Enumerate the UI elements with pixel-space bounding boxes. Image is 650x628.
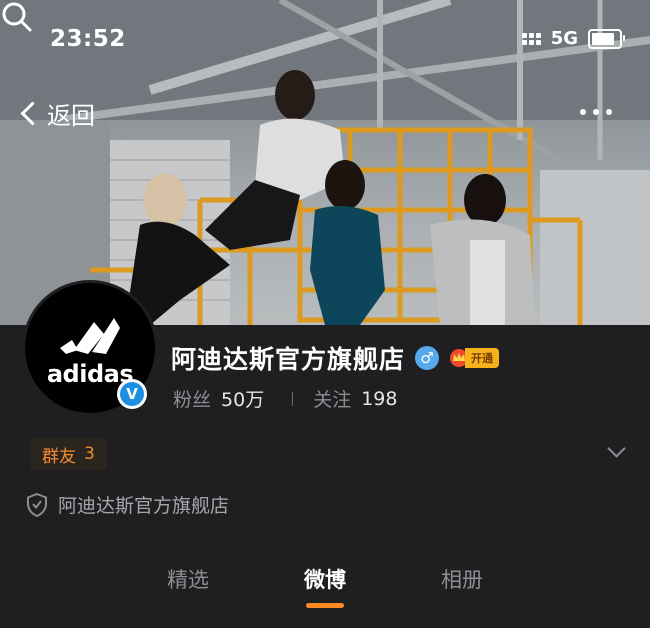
battery-icon [588,28,625,49]
vip-badge[interactable]: 开通 [449,348,500,368]
chevron-down-icon[interactable] [607,439,626,458]
profile-tabs: 精选 微博 相册 [0,560,650,628]
stats-divider [292,391,294,406]
tab-album[interactable]: 相册 [422,564,502,594]
more-dots-icon [580,109,586,115]
verification-row: 阿迪达斯官方旗舰店 [26,491,229,518]
verification-text: 阿迪达斯官方旗舰店 [58,495,230,517]
search-icon[interactable] [0,0,34,34]
tab-weibo[interactable]: 微博 [285,564,365,594]
shield-check-icon [27,492,47,517]
cover-banner[interactable]: 23:52 5G 返回 [0,0,650,325]
status-indicators: 5G [521,28,625,49]
status-time: 23:52 [50,26,126,52]
profile-name: 阿迪达斯官方旗舰店 [171,345,406,374]
more-button[interactable] [580,109,612,115]
adidas-logo-icon [60,318,120,354]
fan-group-label: 群友 [42,446,76,467]
active-tab-indicator [306,603,344,608]
following-count[interactable]: 198 [361,388,397,410]
verified-badge: V [117,379,147,409]
profile-stats: 粉丝 50万 关注 198 [173,385,397,412]
fan-group-count: 3 [84,444,95,464]
battery-level [592,32,614,45]
tab-featured[interactable]: 精选 [148,564,228,594]
signal-icon [521,32,541,45]
network-type: 5G [550,28,578,49]
male-gender-icon: ♂ [415,346,440,370]
fans-count[interactable]: 50万 [221,385,264,412]
profile-name-row: 阿迪达斯官方旗舰店 ♂ 开通 [171,340,500,376]
fans-label[interactable]: 粉丝 [173,385,211,412]
back-label: 返回 [47,102,95,130]
fan-group-chip[interactable]: 群友 3 [30,438,107,470]
verified-icon: V [120,382,144,406]
chevron-left-icon [20,101,45,126]
following-label[interactable]: 关注 [313,385,351,412]
back-button[interactable]: 返回 [18,96,95,131]
profile-screen: 23:52 5G 返回 adidas V 阿迪达斯官方旗舰店 ♂ 开通 粉丝 5… [0,0,650,628]
vip-open-label: 开通 [465,348,500,368]
